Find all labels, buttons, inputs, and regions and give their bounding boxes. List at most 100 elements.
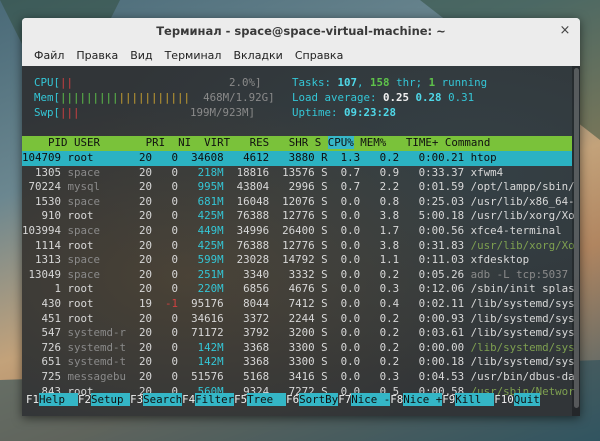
cell-user: root xyxy=(67,238,133,252)
cell-s: S xyxy=(321,238,335,252)
table-row[interactable]: 104709 root 20 0 34608 4612 3880 R 1.3 0… xyxy=(22,151,572,166)
table-row[interactable]: 726 systemd-t 20 0 142M 3368 3300 S 0.0 … xyxy=(22,340,575,356)
close-icon[interactable]: × xyxy=(558,24,572,38)
col-mem[interactable]: MEM% xyxy=(360,136,386,149)
cell-pri: 20 xyxy=(132,282,159,296)
table-row[interactable]: 1 root 20 0 220M 6856 4676 S 0.0 0.3 0:1… xyxy=(22,282,575,297)
cell-cpu: 0.0 xyxy=(334,282,367,296)
cell-virt: 599M xyxy=(184,253,231,267)
cell-mem: 0.2 xyxy=(366,326,406,340)
cell-res: 3368 xyxy=(230,355,276,369)
fkey-f5[interactable]: F5 xyxy=(234,393,247,406)
uptime-line: Uptime: 09:23:28 xyxy=(292,106,396,121)
cell-time: 0:12.06 xyxy=(405,282,471,296)
fkey-label[interactable]: Filter xyxy=(195,393,235,406)
cell-time: 0:33.37 xyxy=(405,165,471,179)
cell-virt: 51576 xyxy=(184,370,231,383)
cell-pid: 547 xyxy=(22,326,68,340)
fkey-label[interactable]: Search xyxy=(143,393,183,406)
col-user[interactable]: USER xyxy=(74,136,100,149)
terminal-area[interactable]: CPU[|| 2.0%] Mem[|||||||||||||||||||| 46… xyxy=(22,66,580,416)
cell-s: S xyxy=(321,194,335,208)
cell-cmd: xfdesktop xyxy=(470,253,530,267)
col-pid-label[interactable]: PID xyxy=(48,136,68,149)
fkey-f7[interactable]: F7 xyxy=(338,393,351,406)
col-pri[interactable]: PRI xyxy=(146,136,166,149)
cell-s: S xyxy=(321,267,335,281)
table-row[interactable]: 910 root 20 0 425M 76388 12776 S 0.0 3.8… xyxy=(22,209,575,224)
table-row[interactable]: 1530 space 20 0 681M 16048 12076 S 0.0 0… xyxy=(22,194,575,210)
table-row[interactable]: 547 systemd-r 20 0 71172 3792 3200 S 0.0… xyxy=(22,326,575,341)
cell-virt: 34608 xyxy=(184,151,231,164)
fkey-label[interactable]: Setup xyxy=(91,393,131,406)
col-shr[interactable]: SHR xyxy=(289,136,309,149)
cell-cmd: /usr/lib/xorg/Xo xyxy=(470,238,575,252)
scrollbar-thumb[interactable] xyxy=(574,68,579,408)
fkey-f1[interactable]: F1 xyxy=(26,393,39,406)
cell-cpu: 0.0 xyxy=(334,326,367,340)
menu-terminal[interactable]: Терминал xyxy=(159,49,228,62)
fkey-f3[interactable]: F3 xyxy=(130,393,143,406)
fkey-label[interactable]: Kill xyxy=(455,393,495,406)
cell-pid: 451 xyxy=(22,311,68,325)
cell-cpu: 0.0 xyxy=(334,297,367,310)
fkey-f2[interactable]: F2 xyxy=(78,393,91,406)
table-row[interactable]: 651 systemd-t 20 0 142M 3368 3300 S 0.0 … xyxy=(22,355,575,370)
col-command[interactable]: Command xyxy=(445,136,491,149)
mem-meter: Mem[|||||||||||||||||||| 468M/1.92G] xyxy=(34,91,275,106)
cell-ni: 0 xyxy=(158,180,185,194)
table-row[interactable]: 1305 space 20 0 218M 18816 13576 S 0.7 0… xyxy=(22,166,572,181)
menu-help[interactable]: Справка xyxy=(289,49,349,62)
terminal-window[interactable]: Терминал - space@space-virtual-machine: … xyxy=(22,18,580,416)
menu-view[interactable]: Вид xyxy=(124,49,158,62)
swp-bar: ||| xyxy=(60,106,80,119)
fkey-label[interactable]: Help xyxy=(39,393,79,406)
table-row[interactable]: 1313 space 20 0 599M 23028 14792 S 0.0 1… xyxy=(22,253,572,268)
col-ni[interactable]: NI xyxy=(178,136,191,149)
menu-tabs[interactable]: Вкладки xyxy=(227,49,288,62)
mem-value: 468M/1.92G] xyxy=(203,91,275,104)
window-titlebar[interactable]: Терминал - space@space-virtual-machine: … xyxy=(22,18,580,44)
cell-res: 3340 xyxy=(230,267,276,281)
cell-shr: 3880 xyxy=(275,151,322,164)
fkey-label[interactable]: Tree xyxy=(247,393,287,406)
cell-mem: 0.2 xyxy=(366,340,406,354)
window-title: Терминал - space@space-virtual-machine: … xyxy=(156,24,446,38)
fkey-label[interactable]: SortBy xyxy=(299,393,339,406)
cell-virt: 681M xyxy=(184,194,231,208)
col-res[interactable]: RES xyxy=(250,136,270,149)
fkey-label[interactable]: Nice + xyxy=(403,393,443,406)
fkey-f9[interactable]: F9 xyxy=(442,393,455,406)
col-virt[interactable]: VIRT xyxy=(204,136,230,149)
table-row[interactable]: 103994 space 20 0 449M 34996 26400 S 0.0… xyxy=(22,224,572,239)
col-time[interactable]: TIME+ xyxy=(406,136,439,149)
table-row[interactable]: 725 messagebu 20 0 51576 5168 3416 S 0.0… xyxy=(22,370,575,385)
cell-virt: 995M xyxy=(184,180,231,194)
cell-pri: 20 xyxy=(132,194,159,208)
table-row[interactable]: 13049 space 20 0 251M 3340 3332 S 0.0 0.… xyxy=(22,268,572,283)
fkey-label[interactable]: Nice - xyxy=(351,393,391,406)
cell-s: S xyxy=(321,297,335,310)
process-table-header: PID USER PRI NI VIRT RES SHR S CPU% MEM%… xyxy=(22,136,572,151)
fkey-f8[interactable]: F8 xyxy=(390,393,403,406)
fkey-f10[interactable]: F10 xyxy=(494,393,514,406)
col-pid[interactable] xyxy=(22,136,48,149)
menu-edit[interactable]: Правка xyxy=(70,49,124,62)
col-cpu[interactable]: CPU% xyxy=(327,136,354,149)
cell-mem: 0.2 xyxy=(366,355,406,369)
cell-pri: 20 xyxy=(132,165,159,179)
cell-cmd: /lib/systemd/sys xyxy=(470,340,575,354)
cell-ni: 0 xyxy=(158,340,185,354)
terminal-scrollbar[interactable] xyxy=(572,66,580,416)
cell-s: S xyxy=(321,209,335,223)
cell-ni: 0 xyxy=(158,355,185,369)
table-row[interactable]: 70224 mysql 20 0 995M 43804 2996 S 0.7 2… xyxy=(22,180,575,195)
cell-s: S xyxy=(321,370,335,383)
table-row[interactable]: 451 root 20 0 34616 3372 2244 S 0.0 0.2 … xyxy=(22,311,575,327)
fkey-f6[interactable]: F6 xyxy=(286,393,299,406)
table-row[interactable]: 430 root 19 -1 95176 8044 7412 S 0.0 0.4… xyxy=(22,297,575,312)
fkey-label[interactable]: Quit xyxy=(513,393,540,406)
table-row[interactable]: 1114 root 20 0 425M 76388 12776 S 0.0 3.… xyxy=(22,238,575,254)
menu-file[interactable]: Файл xyxy=(28,49,70,62)
fkey-f4[interactable]: F4 xyxy=(182,393,195,406)
